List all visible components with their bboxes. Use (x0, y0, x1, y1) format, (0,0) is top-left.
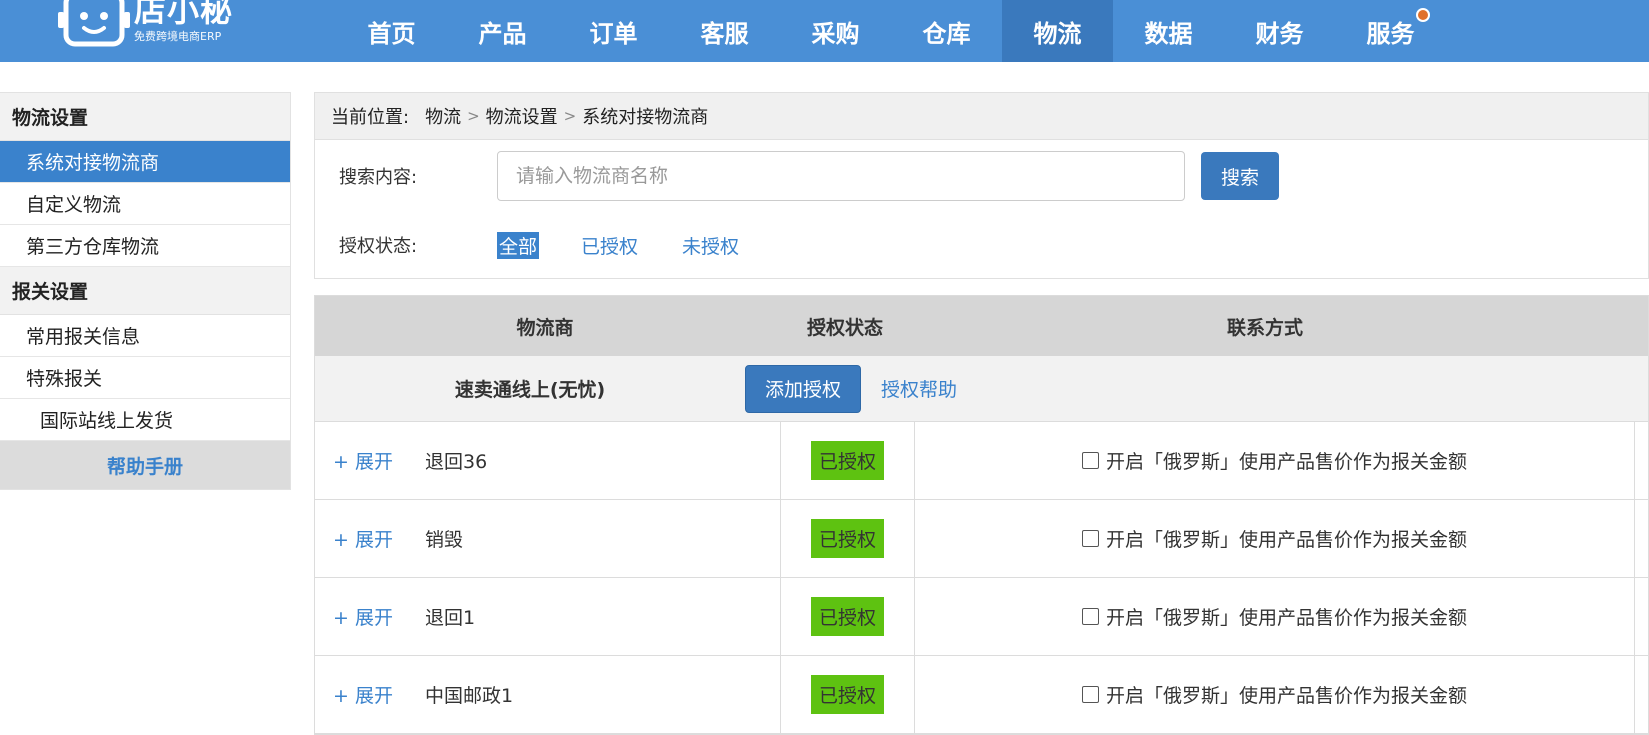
row-status-cell: 已授权 (781, 578, 915, 655)
sidebar-item-custom-logistics[interactable]: 自定义物流 (0, 183, 290, 225)
row-name-cell: + 展开 销毁 (315, 500, 781, 577)
robot-logo-icon (58, 0, 130, 47)
auth-status-filter: 授权状态: 全部 已授权 未授权 (315, 212, 1648, 278)
sidebar: 物流设置 系统对接物流商 自定义物流 第三方仓库物流 报关设置 常用报关信息 特… (0, 92, 291, 490)
status-badge: 已授权 (810, 597, 884, 636)
expand-toggle[interactable]: + 展开 (333, 447, 425, 474)
logistics-channel-name: 退回36 (425, 451, 488, 473)
row-option-cell: 开启「俄罗斯」使用产品售价作为报关金额 (915, 656, 1635, 733)
logistics-channel-name: 中国邮政1 (425, 685, 514, 707)
brand-name: 店小秘 (134, 0, 234, 29)
nav-item-home[interactable]: 首页 (336, 0, 447, 62)
table-row: + 展开 退回1 已授权 开启「俄罗斯」使用产品售价作为报关金额 (315, 578, 1648, 656)
main-nav: 首页 产品 订单 客服 采购 仓库 物流 数据 财务 服务 (336, 0, 1446, 62)
declared-value-option-label: 开启「俄罗斯」使用产品售价作为报关金额 (1105, 529, 1467, 551)
declared-value-checkbox[interactable] (1081, 686, 1099, 703)
breadcrumb-prefix: 当前位置: (331, 107, 410, 128)
table-row: + 展开 中国邮政1 已授权 开启「俄罗斯」使用产品售价作为报关金额 (315, 656, 1648, 734)
nav-item-customer-service[interactable]: 客服 (669, 0, 780, 62)
notification-dot-icon (1416, 8, 1430, 22)
nav-item-finance[interactable]: 财务 (1224, 0, 1335, 62)
nav-item-products[interactable]: 产品 (447, 0, 558, 62)
sidebar-group-logistics-settings: 物流设置 (0, 93, 290, 141)
breadcrumb-current: 系统对接物流商 (582, 107, 709, 128)
declared-value-option-label: 开启「俄罗斯」使用产品售价作为报关金额 (1105, 451, 1467, 473)
row-name-cell: + 展开 退回36 (315, 422, 781, 499)
table-row: + 展开 销毁 已授权 开启「俄罗斯」使用产品售价作为报关金额 (315, 500, 1648, 578)
logistics-channel-name: 销毁 (425, 529, 464, 551)
brand-tagline: 免费跨境电商ERP (134, 30, 222, 43)
row-option-cell: 开启「俄罗斯」使用产品售价作为报关金额 (915, 500, 1635, 577)
nav-item-warehouse[interactable]: 仓库 (891, 0, 1002, 62)
declared-value-checkbox[interactable] (1081, 452, 1099, 469)
carrier-search-input[interactable] (497, 151, 1185, 201)
row-option-cell: 开启「俄罗斯」使用产品售价作为报关金额 (915, 422, 1635, 499)
row-option-cell: 开启「俄罗斯」使用产品售价作为报关金额 (915, 578, 1635, 655)
brand-text: 店小秘 免费跨境电商ERP (134, 0, 233, 44)
expand-toggle[interactable]: + 展开 (333, 681, 425, 708)
filter-option-unauthorized[interactable]: 未授权 (680, 232, 741, 259)
column-header-auth-status: 授权状态 (806, 316, 883, 339)
sidebar-item-special-customs[interactable]: 特殊报关 (0, 357, 290, 399)
filter-option-authorized[interactable]: 已授权 (579, 232, 640, 259)
nav-item-services-label: 服务 (1366, 19, 1415, 48)
sidebar-item-common-customs-info[interactable]: 常用报关信息 (0, 315, 290, 357)
nav-item-orders[interactable]: 订单 (558, 0, 669, 62)
row-name-cell: + 展开 中国邮政1 (315, 656, 781, 733)
breadcrumb-logistics[interactable]: 物流 (425, 103, 461, 129)
status-badge: 已授权 (810, 675, 884, 714)
table-row: + 展开 退回36 已授权 开启「俄罗斯」使用产品售价作为报关金额 (315, 422, 1648, 500)
expand-toggle[interactable]: + 展开 (333, 603, 425, 630)
logistics-channel-name: 退回1 (425, 607, 476, 629)
search-row: 搜索内容: 搜索 (315, 140, 1648, 212)
row-status-cell: 已授权 (781, 500, 915, 577)
sidebar-item-system-carriers[interactable]: 系统对接物流商 (0, 141, 290, 183)
table-header: 物流商 授权状态 联系方式 (315, 296, 1648, 356)
filter-panel: 搜索内容: 搜索 授权状态: 全部 已授权 未授权 (314, 140, 1649, 279)
column-header-carrier: 物流商 (516, 316, 574, 339)
brand-logo[interactable]: 店小秘 免费跨境电商ERP (58, 0, 233, 52)
sidebar-item-international-online-shipping[interactable]: 国际站线上发货 (0, 399, 290, 441)
status-badge: 已授权 (810, 441, 884, 480)
top-navbar: 店小秘 免费跨境电商ERP 首页 产品 订单 客服 采购 仓库 物流 数据 财务… (0, 0, 1649, 62)
column-header-contact: 联系方式 (1226, 316, 1303, 339)
row-status-cell: 已授权 (781, 422, 915, 499)
provider-name: 速卖通线上(无忧) (454, 379, 606, 401)
declared-value-option-label: 开启「俄罗斯」使用产品售价作为报关金额 (1105, 685, 1467, 707)
declared-value-option-label: 开启「俄罗斯」使用产品售价作为报关金额 (1105, 607, 1467, 629)
sidebar-group-customs-settings: 报关设置 (0, 267, 290, 315)
breadcrumb: 当前位置: 物流 > 物流设置 > 系统对接物流商 (314, 92, 1649, 140)
search-button[interactable]: 搜索 (1201, 152, 1279, 200)
authorization-help-link[interactable]: 授权帮助 (881, 375, 957, 402)
row-name-cell: + 展开 退回1 (315, 578, 781, 655)
chevron-right-icon: > (563, 107, 577, 125)
provider-group-row: 速卖通线上(无忧) 添加授权 授权帮助 (315, 356, 1648, 422)
carrier-table: 物流商 授权状态 联系方式 速卖通线上(无忧) 添加授权 授权帮助 + 展开 退… (314, 295, 1649, 735)
nav-item-data[interactable]: 数据 (1113, 0, 1224, 62)
nav-item-logistics[interactable]: 物流 (1002, 0, 1113, 62)
add-authorization-button[interactable]: 添加授权 (745, 364, 861, 413)
chevron-right-icon: > (467, 107, 480, 125)
row-status-cell: 已授权 (781, 656, 915, 733)
search-label: 搜索内容: (339, 167, 418, 188)
help-manual-link[interactable]: 帮助手册 (0, 441, 290, 489)
status-badge: 已授权 (810, 519, 884, 558)
breadcrumb-logistics-settings[interactable]: 物流设置 (486, 103, 558, 129)
nav-item-purchasing[interactable]: 采购 (780, 0, 891, 62)
declared-value-checkbox[interactable] (1081, 530, 1099, 547)
expand-toggle[interactable]: + 展开 (333, 525, 425, 552)
auth-status-label: 授权状态: (339, 236, 418, 257)
main-content: 当前位置: 物流 > 物流设置 > 系统对接物流商 搜索内容: 搜索 授权状态:… (314, 92, 1649, 735)
nav-item-services[interactable]: 服务 (1335, 0, 1446, 62)
declared-value-checkbox[interactable] (1081, 608, 1099, 625)
sidebar-item-third-party-warehouse[interactable]: 第三方仓库物流 (0, 225, 290, 267)
filter-option-all[interactable]: 全部 (497, 231, 540, 259)
